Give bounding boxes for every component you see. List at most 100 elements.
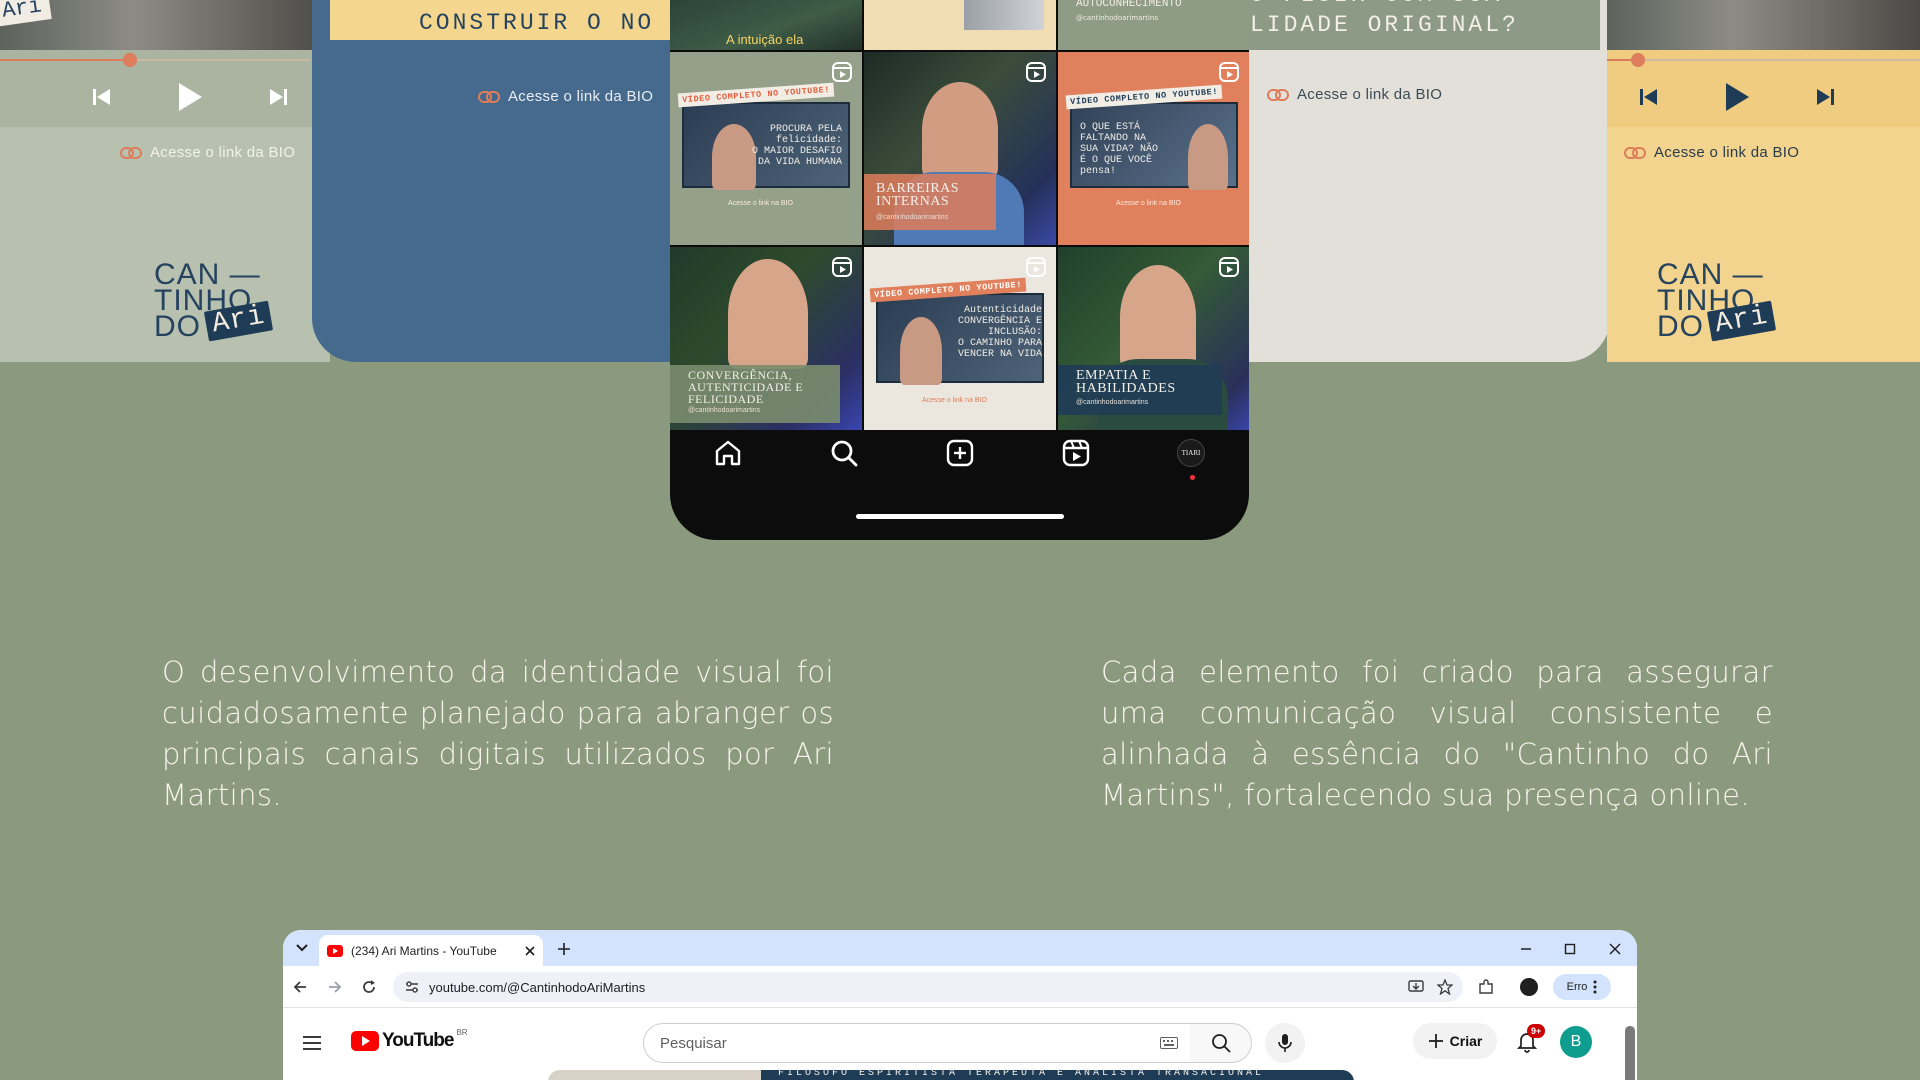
new-tab-button[interactable]	[553, 938, 575, 960]
bio-link[interactable]: Acesse o link da BIO	[1267, 86, 1442, 103]
bio-link[interactable]: Acesse o link da BIO	[478, 88, 653, 105]
play-icon[interactable]	[1724, 82, 1750, 112]
minimize-icon	[1521, 948, 1531, 950]
youtube-logo[interactable]: YouTube BR	[351, 1028, 468, 1052]
error-button[interactable]: Erro	[1553, 974, 1611, 1000]
tab-strip: (234) Ari Martins - YouTube	[283, 930, 1637, 966]
nav-create-button[interactable]	[942, 435, 978, 471]
tile-thumb	[964, 0, 1044, 30]
youtube-play-logo-icon	[351, 1031, 379, 1051]
maximize-icon	[1564, 943, 1576, 955]
tile-text: O QUE ESTÁ FALTANDO NA SUA VIDA? NÃO É O…	[1080, 122, 1159, 177]
close-tab-icon[interactable]	[525, 945, 535, 956]
tile-caption: A intuição ela	[726, 32, 804, 47]
site-settings-icon[interactable]	[405, 981, 419, 993]
profile-extension-button[interactable]	[1518, 976, 1540, 998]
tile-handle: @cantinhodoarimartins	[688, 407, 761, 414]
grid-tile-2[interactable]: BARREIRAS INTERNAS @cantinhodoarimartins	[864, 52, 1056, 245]
youtube-search-button[interactable]	[1190, 1023, 1252, 1063]
headline-line-1: O FLUIR COM SUA	[1250, 0, 1519, 10]
cantinho-logo: CAN — TINHO DO Ari	[154, 260, 274, 342]
bio-link[interactable]: Acesse o link da BIO	[1624, 144, 1799, 161]
create-button[interactable]: Criar	[1413, 1023, 1497, 1059]
notification-dot	[1190, 475, 1195, 480]
bookmark-button[interactable]	[1434, 976, 1456, 998]
nav-search-button[interactable]	[826, 435, 862, 471]
close-icon	[1609, 943, 1621, 955]
tile-bio-link: Acesse o link na BIO	[1116, 200, 1181, 207]
nav-profile-button[interactable]: TIARI	[1173, 435, 1209, 471]
reels-icon	[1219, 62, 1239, 82]
grid-tile-top-right[interactable]: AUTOCONHECIMENTO @cantinhodoarimartins	[1058, 0, 1249, 50]
grid-tile-5[interactable]: VÍDEO COMPLETO NO YOUTUBE! Autenticidade…	[864, 247, 1056, 430]
error-label: Erro	[1566, 981, 1588, 993]
home-indicator	[856, 514, 1064, 519]
tab-title: (234) Ari Martins - YouTube	[351, 943, 497, 958]
notifications-button[interactable]: 9+	[1511, 1024, 1546, 1058]
browser-window: (234) Ari Martins - YouTube youtube.com/…	[283, 930, 1637, 1080]
kebab-menu-icon	[1593, 980, 1597, 994]
address-url: youtube.com/@CantinhodoAriMartins	[429, 979, 646, 995]
back-button[interactable]	[289, 976, 311, 998]
maximize-button[interactable]	[1559, 938, 1581, 960]
skip-forward-icon[interactable]	[1815, 88, 1835, 106]
channel-banner: FILÓSOFO ESPIRITISTA TERAPEUTA E ANALIST…	[548, 1070, 1354, 1080]
youtube-search-input[interactable]: Pesquisar	[643, 1023, 1191, 1063]
progress-track[interactable]	[0, 53, 310, 67]
minimize-button[interactable]	[1515, 938, 1537, 960]
install-app-button[interactable]	[1405, 976, 1427, 998]
extensions-button[interactable]	[1475, 976, 1497, 998]
scrollbar-thumb[interactable]	[1625, 1026, 1635, 1080]
tab-search-button[interactable]	[291, 936, 313, 960]
youtube-header: YouTube BR Pesquisar Criar 9+ B	[283, 1008, 1637, 1080]
person-figure	[1120, 265, 1196, 369]
grid-tile-top-left[interactable]: A intuição ela	[670, 0, 862, 50]
tile-caption: CONVERGÊNCIA, AUTENTICIDADE E FELICIDADE	[688, 368, 804, 406]
skip-forward-icon[interactable]	[268, 88, 288, 106]
guide-menu-button[interactable]	[301, 1032, 323, 1054]
grid-tile-6[interactable]: EMPATIA E HABILIDADES @cantinhodoarimart…	[1058, 247, 1249, 430]
nav-reels-button[interactable]	[1058, 435, 1094, 471]
tile-bio-link: Acesse o link na BIO	[728, 200, 793, 207]
person-figure	[1188, 124, 1228, 190]
left-paragraph: O desenvolvimento da identidade visual f…	[162, 655, 834, 812]
bio-link[interactable]: Acesse o link da BIO	[120, 144, 295, 161]
player-controls	[60, 72, 320, 122]
reels-icon	[1219, 257, 1239, 277]
create-icon	[946, 439, 974, 467]
account-avatar-button[interactable]: B	[1560, 1026, 1592, 1058]
scrollbar[interactable]	[1625, 1026, 1635, 1080]
nav-home-button[interactable]	[710, 435, 746, 471]
youtube-favicon-icon	[327, 944, 343, 957]
chevron-down-icon	[296, 944, 308, 952]
tile-handle: @cantinhodoarimartins	[1076, 399, 1149, 406]
grid-tile-1[interactable]: VÍDEO COMPLETO NO YOUTUBE! PROCURA PELA …	[670, 52, 862, 245]
tile-handle: @cantinhodoarimartins	[1076, 14, 1159, 22]
channel-banner-text: FILÓSOFO ESPIRITISTA TERAPEUTA E ANALIST…	[778, 1070, 1265, 1079]
grid-tile-top-middle[interactable]	[864, 0, 1056, 50]
reels-icon	[1062, 439, 1090, 467]
close-window-button[interactable]	[1604, 938, 1626, 960]
reload-button[interactable]	[358, 976, 380, 998]
bio-link-text: Acesse o link da BIO	[508, 88, 654, 105]
browser-tab-youtube[interactable]: (234) Ari Martins - YouTube	[319, 935, 543, 966]
home-icon	[715, 440, 741, 466]
right-story-card: O FLUIR COM SUA LIDADE ORIGINAL? Acesse …	[1230, 0, 1610, 362]
reels-icon	[1026, 257, 1046, 277]
play-icon[interactable]	[177, 82, 203, 112]
progress-track[interactable]	[1607, 53, 1920, 67]
forward-button[interactable]	[324, 976, 346, 998]
skip-back-icon[interactable]	[1639, 88, 1659, 106]
person-figure	[900, 317, 942, 385]
microphone-icon	[1278, 1034, 1292, 1052]
address-bar[interactable]: youtube.com/@CantinhodoAriMartins	[393, 972, 1463, 1002]
grid-tile-3[interactable]: VÍDEO COMPLETO NO YOUTUBE! O QUE ESTÁ FA…	[1058, 52, 1249, 245]
voice-search-button[interactable]	[1265, 1023, 1305, 1063]
tile-text: Autenticidade CONVERGÊNCIA E INCLUSÃO: O…	[957, 305, 1042, 360]
profile-avatar: TIARI	[1177, 439, 1205, 467]
grid-tile-4[interactable]: CONVERGÊNCIA, AUTENTICIDADE E FELICIDADE…	[670, 247, 862, 430]
skip-back-icon[interactable]	[92, 88, 112, 106]
search-placeholder: Pesquisar	[660, 1034, 727, 1052]
arrow-right-icon	[329, 981, 342, 993]
keyboard-icon[interactable]	[1160, 1037, 1178, 1049]
